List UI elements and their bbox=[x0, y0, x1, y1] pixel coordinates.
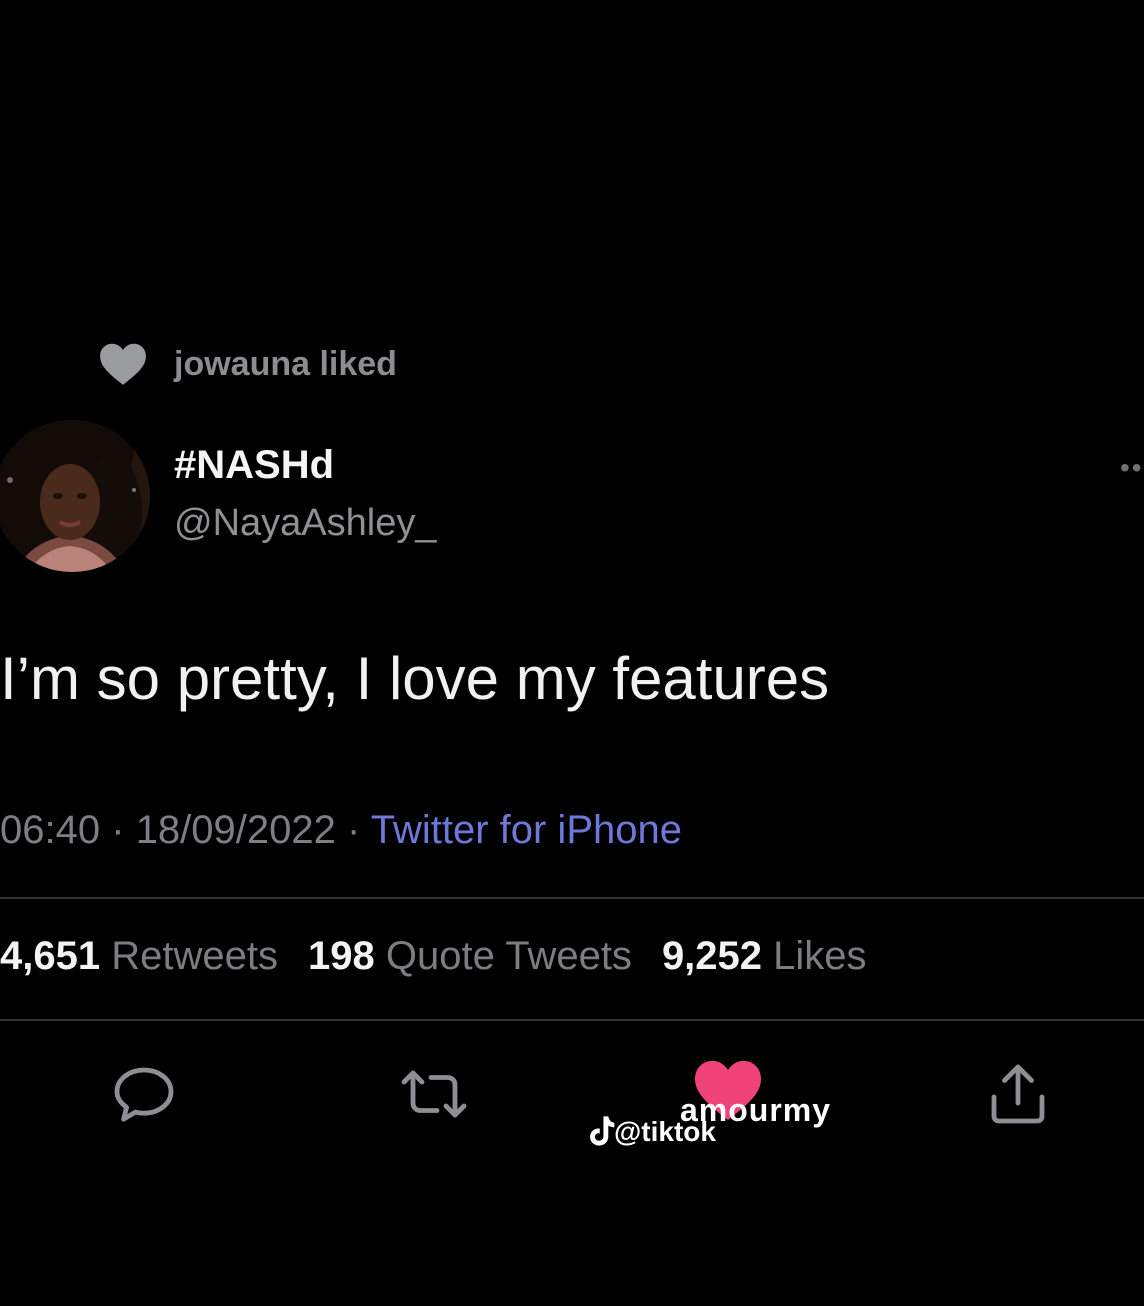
tweet-date: 18/09/2022 bbox=[135, 808, 336, 852]
share-icon[interactable] bbox=[982, 1058, 1054, 1130]
retweets-stat[interactable]: 4,651 Retweets bbox=[0, 934, 278, 978]
display-name[interactable]: #NASHd bbox=[174, 443, 334, 488]
likes-label: Likes bbox=[773, 934, 867, 978]
likes-stat[interactable]: 9,252 Likes bbox=[662, 934, 867, 978]
retweets-label: Retweets bbox=[111, 934, 278, 978]
watermark-handle: @tiktok bbox=[614, 1116, 716, 1147]
meta-separator: · bbox=[347, 808, 361, 852]
heart-icon bbox=[100, 343, 146, 385]
meta-separator: · bbox=[111, 808, 125, 852]
quotes-stat[interactable]: 198 Quote Tweets bbox=[308, 934, 632, 978]
retweets-count: 4,651 bbox=[0, 934, 101, 978]
avatar[interactable] bbox=[0, 420, 150, 572]
tweet-source-link[interactable]: Twitter for iPhone bbox=[371, 808, 682, 852]
user-handle[interactable]: @NayaAshley_ bbox=[174, 502, 436, 545]
tweet-time: 06:40 bbox=[0, 808, 101, 852]
watermark: amourmy @tiktok bbox=[586, 1092, 906, 1156]
tweet-meta: 06:40 · 18/09/2022 · Twitter for iPhone bbox=[0, 808, 682, 853]
social-context: jowauna liked bbox=[98, 336, 397, 392]
quotes-count: 198 bbox=[307, 934, 375, 978]
likes-count: 9,252 bbox=[661, 934, 763, 978]
tweet-text: I’m so pretty, I love my features bbox=[0, 645, 830, 712]
reply-icon[interactable] bbox=[108, 1058, 180, 1130]
retweet-icon[interactable] bbox=[398, 1058, 470, 1130]
tiktok-logo-icon bbox=[590, 1116, 615, 1146]
more-options-icon[interactable]: •• bbox=[1120, 452, 1144, 484]
liked-by-text: jowauna liked bbox=[174, 344, 397, 383]
quotes-label: Quote Tweets bbox=[385, 934, 632, 978]
avatar-image bbox=[0, 420, 150, 572]
tweet-detail-screen: jowauna liked #NASHd @NayaAshley_ •• I’m… bbox=[0, 0, 1144, 1306]
divider bbox=[0, 897, 1144, 899]
tweet-stats: 4,651 Retweets 198 Quote Tweets 9,252 Like… bbox=[0, 934, 867, 979]
divider bbox=[0, 1019, 1144, 1021]
